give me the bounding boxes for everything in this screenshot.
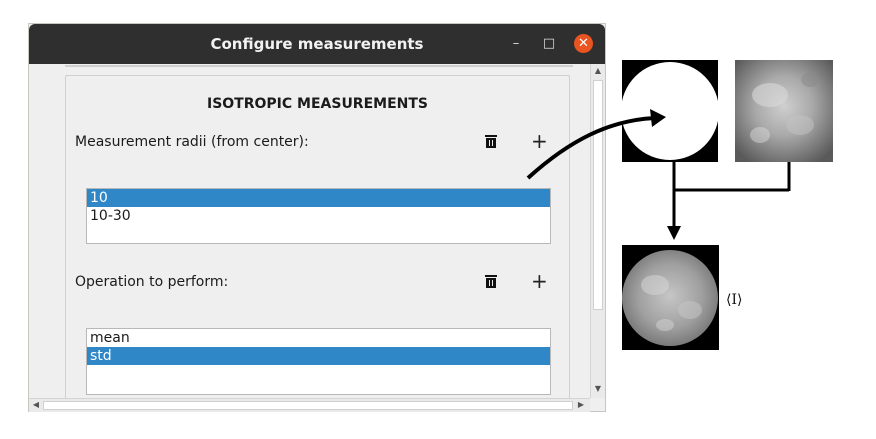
mean-intensity-label: ⟨I⟩ (726, 292, 743, 308)
measurement-illustration (526, 60, 833, 350)
masked-result-image (622, 245, 719, 350)
combine-arrow (667, 162, 791, 240)
mask-image (621, 60, 719, 162)
cell-image (735, 60, 833, 162)
